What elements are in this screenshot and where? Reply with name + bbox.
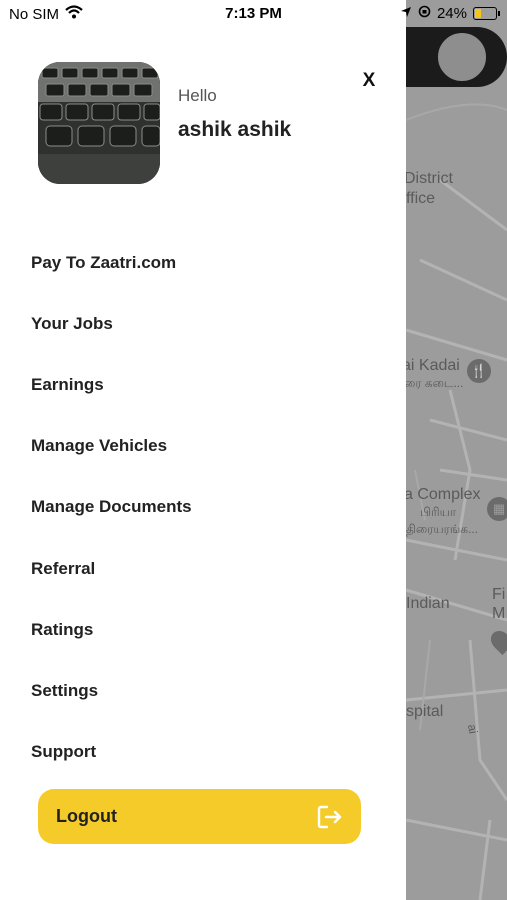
- menu-item-support[interactable]: Support: [31, 722, 391, 783]
- menu-item-manage-documents[interactable]: Manage Documents: [31, 477, 391, 538]
- status-right: 24%: [400, 5, 500, 22]
- rotation-lock-icon: [418, 5, 431, 22]
- menu-item-manage-vehicles[interactable]: Manage Vehicles: [31, 416, 391, 477]
- battery-icon: [473, 7, 500, 20]
- close-button[interactable]: X: [356, 68, 382, 94]
- online-toggle[interactable]: [406, 27, 507, 87]
- menu-item-settings[interactable]: Settings: [31, 660, 391, 721]
- menu-item-ratings[interactable]: Ratings: [31, 599, 391, 660]
- logout-label: Logout: [56, 806, 117, 826]
- menu-item-pay-to-zaatri[interactable]: Pay To Zaatri.com: [31, 232, 391, 293]
- avatar[interactable]: [38, 62, 160, 184]
- menu-item-referral[interactable]: Referral: [31, 538, 391, 599]
- map-label-indian: Indian: [406, 595, 450, 612]
- user-name: ashik ashik: [178, 118, 292, 141]
- map-label-hospital: spital: [406, 703, 444, 720]
- map-label-kadai-tamil: ரை கடை...: [404, 376, 464, 390]
- menu-item-your-jobs[interactable]: Your Jobs: [31, 293, 391, 354]
- menu-item-earnings[interactable]: Earnings: [31, 354, 391, 415]
- map-label-district: District: [404, 170, 453, 187]
- toggle-knob[interactable]: [435, 30, 489, 84]
- map-label-m: M: [492, 605, 506, 622]
- keyboard-photo: [38, 62, 160, 184]
- battery-percent: 24%: [436, 5, 467, 22]
- map-label-fi: Fi: [492, 586, 506, 603]
- map-label-complex: a Complex: [404, 486, 481, 503]
- map-label-kadai: ai Kadai: [402, 357, 460, 374]
- map-label-complex-tamil2: திரையரங்க...: [406, 522, 479, 536]
- logout-icon: [317, 804, 343, 830]
- logout-button[interactable]: Logout: [38, 789, 361, 844]
- map-label-office: ffice: [406, 190, 436, 207]
- cinema-pin-icon: ▦: [487, 497, 507, 521]
- drawer-menu: Pay To Zaatri.com Your Jobs Earnings Man…: [31, 232, 391, 783]
- location-arrow-icon: [400, 5, 412, 22]
- restaurant-pin-icon: 🍴: [467, 359, 491, 383]
- status-bar: No SIM 7:13 PM 24%: [0, 0, 507, 27]
- greeting-text: Hello: [178, 86, 217, 105]
- map-label-complex-tamil1: பிரியா: [420, 505, 457, 519]
- side-drawer: Hello ashik ashik X Pay To Zaatri.com Yo…: [0, 0, 406, 900]
